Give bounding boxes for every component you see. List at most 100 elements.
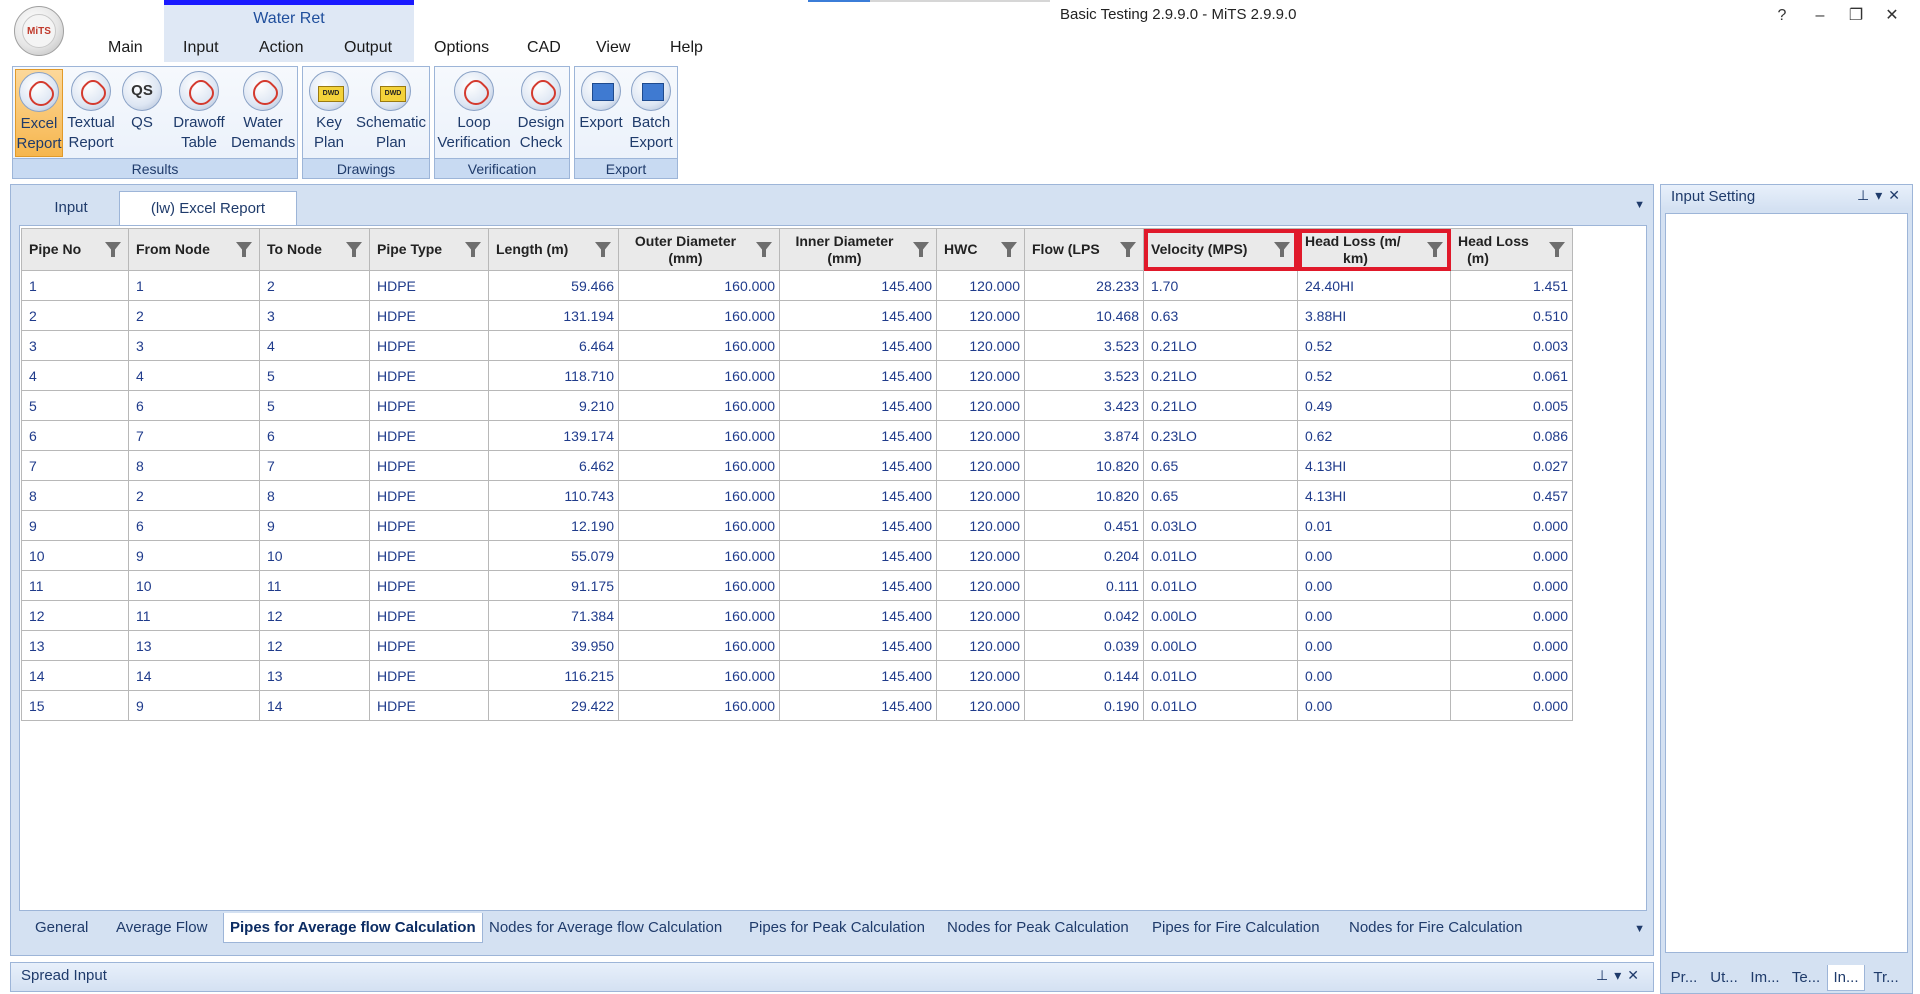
table-cell[interactable]: 13 <box>259 660 370 691</box>
filter-icon[interactable] <box>1274 242 1290 257</box>
table-cell[interactable]: 8 <box>21 480 129 511</box>
table-cell[interactable]: 145.400 <box>779 600 937 631</box>
table-cell[interactable]: 160.000 <box>618 450 780 481</box>
pin-icon[interactable]: ⊥ <box>1857 187 1875 203</box>
table-row[interactable]: 13 13 12 HDPE 39.950 160.000 145.400 120.000 0.0… <box>21 630 1573 661</box>
table-cell[interactable]: 6 <box>259 420 370 451</box>
table-cell[interactable]: 145.400 <box>779 630 937 661</box>
table-cell[interactable]: 7 <box>259 450 370 481</box>
table-cell[interactable]: 3.423 <box>1024 390 1144 421</box>
table-cell[interactable]: 160.000 <box>618 420 780 451</box>
table-cell[interactable]: 9 <box>128 540 260 571</box>
table-cell[interactable]: 10.820 <box>1024 450 1144 481</box>
table-cell[interactable]: 0.52 <box>1297 360 1451 391</box>
table-cell[interactable]: 160.000 <box>618 390 780 421</box>
table-cell[interactable]: 120.000 <box>936 360 1025 391</box>
table-cell[interactable]: 145.400 <box>779 510 937 541</box>
table-cell[interactable]: HDPE <box>369 690 489 721</box>
table-cell[interactable]: 0.01 <box>1297 510 1451 541</box>
table-cell[interactable]: 0.000 <box>1450 690 1573 721</box>
table-cell[interactable]: 4.13HI <box>1297 480 1451 511</box>
table-cell[interactable]: 6 <box>128 510 260 541</box>
table-cell[interactable]: 0.03LO <box>1143 510 1298 541</box>
table-cell[interactable]: 3 <box>21 330 129 361</box>
table-cell[interactable]: 0.00LO <box>1143 600 1298 631</box>
ribbon-tab-input[interactable]: Input <box>183 39 219 57</box>
sheet-tab-nodes-peak[interactable]: Nodes for Peak Calculation <box>947 913 1129 943</box>
close-button[interactable]: ✕ <box>1878 4 1906 28</box>
table-cell[interactable]: 1.451 <box>1450 270 1573 301</box>
table-cell[interactable]: 0.000 <box>1450 600 1573 631</box>
ribbon-tab-main[interactable]: Main <box>108 39 143 57</box>
table-cell[interactable]: 9 <box>259 510 370 541</box>
table-cell[interactable]: 118.710 <box>488 360 619 391</box>
table-cell[interactable]: 0.005 <box>1450 390 1573 421</box>
filter-icon[interactable] <box>1001 242 1017 257</box>
chevron-down-icon[interactable]: ▼ <box>1634 199 1645 211</box>
table-cell[interactable]: 6 <box>128 390 260 421</box>
table-row[interactable]: 11 10 11 HDPE 91.175 160.000 145.400 120.000 0.1… <box>21 570 1573 601</box>
water-demands-button[interactable]: Water Demands <box>231 69 295 157</box>
table-cell[interactable]: 0.000 <box>1450 570 1573 601</box>
table-cell[interactable]: 0.00LO <box>1143 630 1298 661</box>
column-header-inner-diameter[interactable]: Inner Diameter (mm) <box>779 228 937 271</box>
restore-button[interactable]: ❐ <box>1842 4 1870 28</box>
table-cell[interactable]: 91.175 <box>488 570 619 601</box>
table-cell[interactable]: 160.000 <box>618 510 780 541</box>
ribbon-tab-cad[interactable]: CAD <box>527 39 561 57</box>
table-cell[interactable]: 120.000 <box>936 330 1025 361</box>
table-cell[interactable]: 55.079 <box>488 540 619 571</box>
panel-tab-in[interactable]: In... <box>1827 965 1865 991</box>
table-cell[interactable]: 1 <box>21 270 129 301</box>
doc-tab-excel-report[interactable]: (lw) Excel Report <box>119 191 297 225</box>
table-cell[interactable]: 160.000 <box>618 660 780 691</box>
column-header-pipe-no[interactable]: Pipe No <box>21 228 129 271</box>
table-cell[interactable]: 3.88HI <box>1297 300 1451 331</box>
table-cell[interactable]: HDPE <box>369 330 489 361</box>
table-cell[interactable]: 10.468 <box>1024 300 1144 331</box>
table-cell[interactable]: 145.400 <box>779 690 937 721</box>
table-cell[interactable]: 0.21LO <box>1143 390 1298 421</box>
table-cell[interactable]: 160.000 <box>618 330 780 361</box>
table-cell[interactable]: HDPE <box>369 540 489 571</box>
table-cell[interactable]: 0.144 <box>1024 660 1144 691</box>
table-cell[interactable]: HDPE <box>369 630 489 661</box>
table-cell[interactable]: 6 <box>21 420 129 451</box>
table-cell[interactable]: 0.00 <box>1297 690 1451 721</box>
table-cell[interactable]: 0.510 <box>1450 300 1573 331</box>
table-cell[interactable]: 2 <box>128 480 260 511</box>
table-row[interactable]: 5 6 5 HDPE 9.210 160.000 145.400 120.000 3.423 0.… <box>21 390 1573 421</box>
table-cell[interactable]: 12.190 <box>488 510 619 541</box>
ribbon-tab-help[interactable]: Help <box>670 39 703 57</box>
filter-icon[interactable] <box>1120 242 1136 257</box>
filter-icon[interactable] <box>1427 242 1443 257</box>
table-cell[interactable]: 3 <box>128 330 260 361</box>
table-cell[interactable]: 4 <box>21 360 129 391</box>
table-cell[interactable]: 0.01LO <box>1143 660 1298 691</box>
filter-icon[interactable] <box>346 242 362 257</box>
table-cell[interactable]: 120.000 <box>936 510 1025 541</box>
table-cell[interactable]: 10 <box>21 540 129 571</box>
table-cell[interactable]: 3 <box>259 300 370 331</box>
chevron-down-icon[interactable]: ▾ <box>1875 187 1888 203</box>
table-cell[interactable]: 13 <box>21 630 129 661</box>
table-cell[interactable]: 2 <box>128 300 260 331</box>
table-cell[interactable]: 120.000 <box>936 450 1025 481</box>
table-cell[interactable]: 0.027 <box>1450 450 1573 481</box>
table-cell[interactable]: 120.000 <box>936 690 1025 721</box>
table-cell[interactable]: 0.01LO <box>1143 570 1298 601</box>
table-cell[interactable]: HDPE <box>369 270 489 301</box>
table-cell[interactable]: 145.400 <box>779 300 937 331</box>
table-cell[interactable]: 0.451 <box>1024 510 1144 541</box>
table-cell[interactable]: 0.01LO <box>1143 690 1298 721</box>
table-cell[interactable]: 0.457 <box>1450 480 1573 511</box>
table-cell[interactable]: 0.042 <box>1024 600 1144 631</box>
table-cell[interactable]: 120.000 <box>936 390 1025 421</box>
table-cell[interactable]: 120.000 <box>936 660 1025 691</box>
filter-icon[interactable] <box>105 242 121 257</box>
table-cell[interactable]: 3.874 <box>1024 420 1144 451</box>
table-cell[interactable]: 145.400 <box>779 450 937 481</box>
chevron-down-icon[interactable]: ▾ <box>1614 967 1627 983</box>
table-cell[interactable]: 11 <box>259 570 370 601</box>
table-cell[interactable]: 145.400 <box>779 540 937 571</box>
